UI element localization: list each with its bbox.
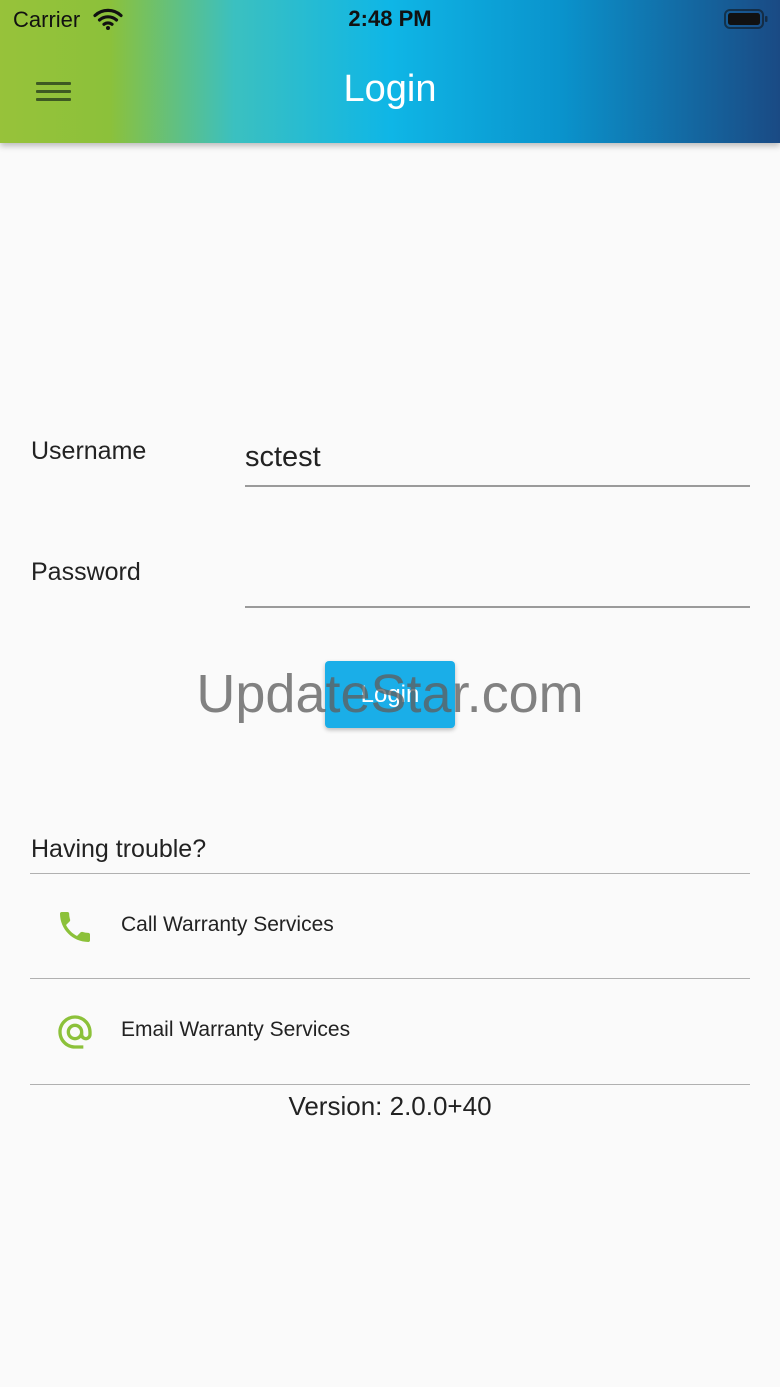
login-button[interactable]: Login	[325, 661, 455, 728]
divider	[30, 1084, 750, 1085]
call-warranty-services-label: Call Warranty Services	[121, 913, 334, 936]
phone-icon	[60, 912, 90, 942]
email-warranty-services-item[interactable]: Email Warranty Services	[30, 979, 750, 1083]
page-title: Login	[343, 68, 437, 110]
password-label: Password	[31, 558, 141, 586]
call-warranty-services-item[interactable]: Call Warranty Services	[30, 874, 750, 978]
password-input[interactable]	[245, 550, 750, 608]
battery-icon	[724, 9, 768, 29]
username-label: Username	[31, 437, 147, 465]
at-sign-icon	[58, 1015, 92, 1049]
app-header: Carrier 2:48 PM Login	[0, 0, 780, 143]
status-bar: Carrier 2:48 PM	[0, 0, 780, 40]
version-label: Version: 2.0.0+40	[288, 1091, 492, 1121]
username-input[interactable]	[245, 429, 750, 487]
trouble-heading: Having trouble?	[31, 835, 207, 863]
email-warranty-services-label: Email Warranty Services	[121, 1018, 351, 1041]
status-time: 2:48 PM	[348, 6, 432, 31]
